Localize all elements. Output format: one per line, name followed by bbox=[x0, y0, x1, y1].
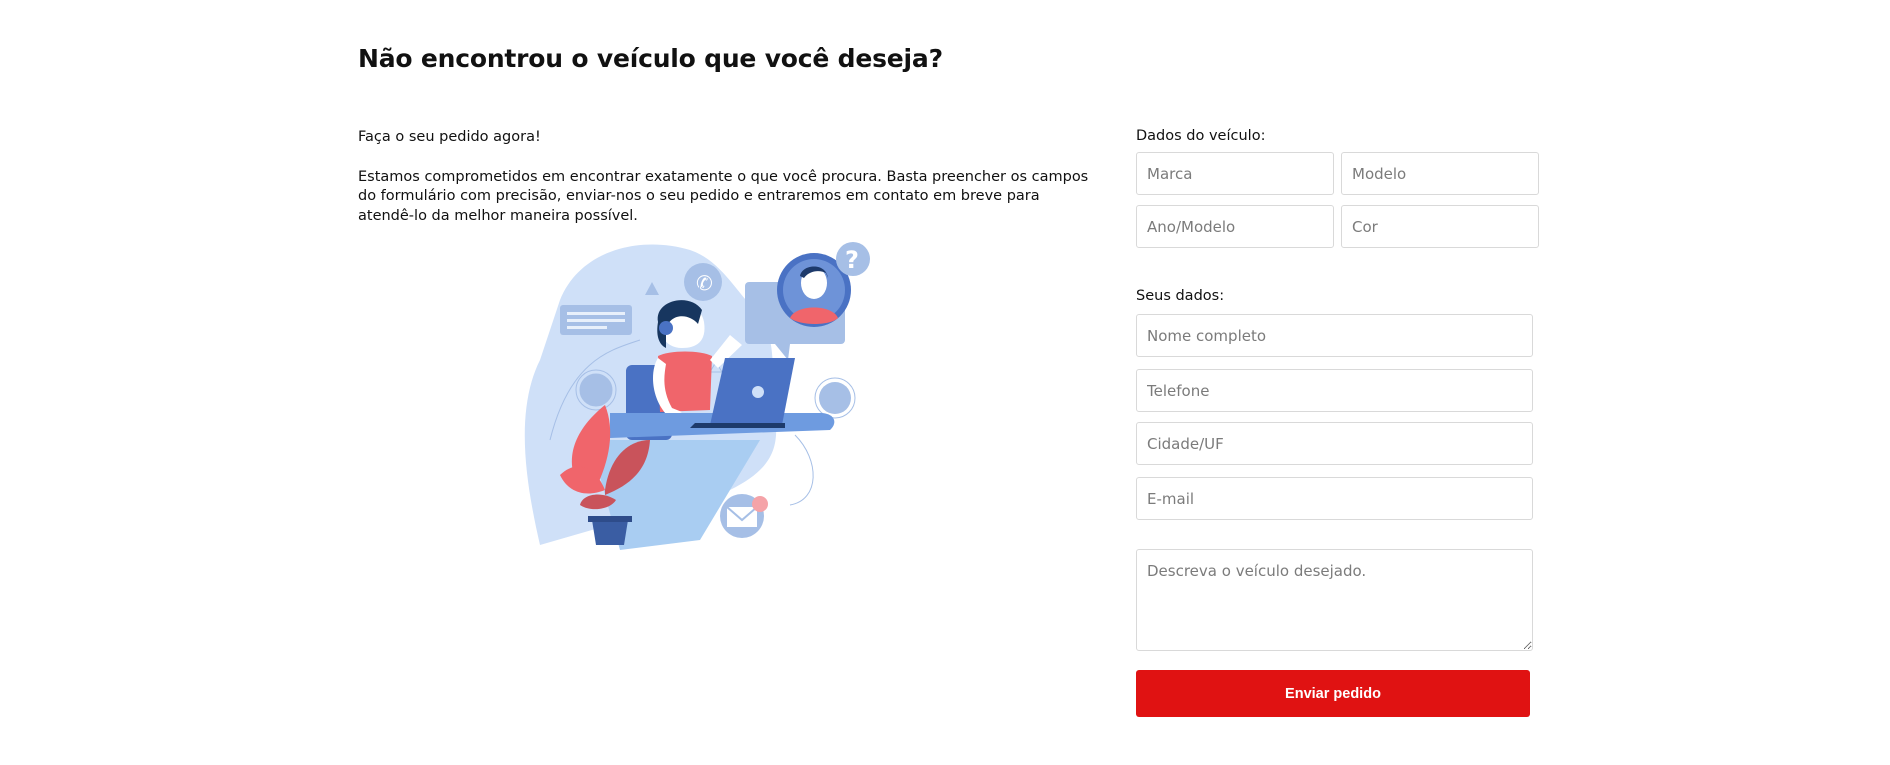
telefone-input[interactable] bbox=[1136, 369, 1533, 412]
cor-input[interactable] bbox=[1341, 205, 1539, 248]
question-icon: ? bbox=[836, 242, 870, 276]
cidade-uf-input[interactable] bbox=[1136, 422, 1533, 465]
intro-body: Estamos comprometidos em encontrar exata… bbox=[358, 168, 1089, 224]
marca-input[interactable] bbox=[1136, 152, 1334, 195]
nome-completo-input[interactable] bbox=[1136, 314, 1533, 357]
personal-section-label: Seus dados: bbox=[1136, 288, 1225, 304]
customer-support-illustration: ✆ ? bbox=[524, 242, 870, 550]
phone-icon: ✆ bbox=[684, 263, 722, 301]
intro-text: Faça o seu pedido agora! Estamos comprom… bbox=[358, 128, 1098, 246]
modelo-input[interactable] bbox=[1341, 152, 1539, 195]
enviar-pedido-button[interactable]: Enviar pedido bbox=[1136, 670, 1530, 717]
svg-text:✆: ✆ bbox=[696, 271, 713, 295]
page-title: Não encontrou o veículo que você deseja? bbox=[358, 44, 943, 73]
intro-heading: Faça o seu pedido agora! bbox=[358, 129, 541, 145]
ano-modelo-input[interactable] bbox=[1136, 205, 1334, 248]
mail-icon bbox=[720, 494, 768, 538]
chat-bubble-icon bbox=[560, 305, 632, 335]
vehicle-section-label: Dados do veículo: bbox=[1136, 128, 1266, 144]
svg-text:?: ? bbox=[845, 246, 859, 274]
descricao-textarea[interactable] bbox=[1136, 549, 1533, 651]
email-input[interactable] bbox=[1136, 477, 1533, 520]
